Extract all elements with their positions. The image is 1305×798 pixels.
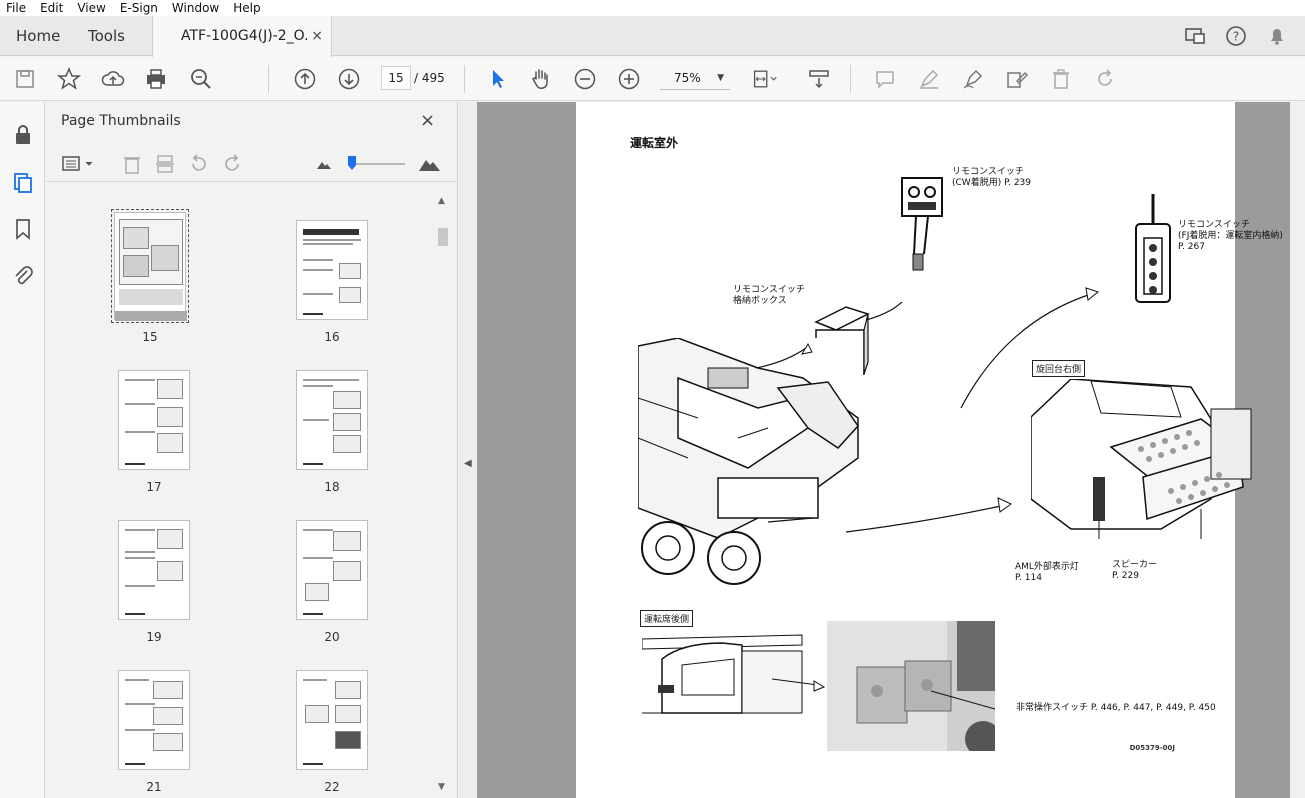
- thumbnail-page[interactable]: [296, 370, 368, 470]
- thumbnail-label: 22: [324, 780, 340, 794]
- upload-cloud-icon[interactable]: [100, 66, 126, 92]
- tab-close-icon[interactable]: ×: [311, 28, 323, 44]
- panel-collapse-handle[interactable]: ◀: [459, 102, 477, 798]
- star-icon[interactable]: [56, 66, 82, 92]
- panel-title: Page Thumbnails: [61, 113, 181, 129]
- callout-remote-fj: リモコンスイッチ (FJ着脱用：運転室内格納) P. 267: [1178, 220, 1283, 252]
- thumbnail-options-icon[interactable]: [60, 152, 98, 176]
- hand-tool-icon[interactable]: [528, 66, 554, 92]
- callout-aml-lamp: AML外部表示灯 P. 114: [1015, 562, 1079, 583]
- main-toolbar: 15 / 495 75% ▼: [0, 57, 1305, 101]
- panel-close-icon[interactable]: ×: [420, 110, 435, 131]
- figure-code: D05379-00J: [1129, 744, 1175, 752]
- callout-emergency-switch: 非常操作スイッチ P. 446, P. 447, P. 449, P. 450: [1016, 703, 1216, 713]
- small-mountain-icon[interactable]: [312, 152, 336, 176]
- emergency-switch-photo: [827, 621, 995, 751]
- scrollbar-thumb[interactable]: [438, 228, 448, 246]
- page-thumbnails-icon[interactable]: [10, 169, 36, 195]
- thumbnail-label: 21: [146, 780, 162, 794]
- scroll-up-icon[interactable]: ▲: [438, 196, 445, 206]
- scroll-down-icon[interactable]: ▼: [438, 782, 445, 792]
- redo-icon[interactable]: [1092, 66, 1118, 92]
- comment-icon[interactable]: [872, 66, 898, 92]
- thumbnail-label: 17: [146, 480, 162, 494]
- fit-page-icon[interactable]: [752, 66, 778, 92]
- thumbnail-label: 19: [146, 630, 162, 644]
- document-scrollbar[interactable]: [1290, 102, 1305, 798]
- document-heading: 運転室外: [630, 136, 679, 150]
- next-page-icon[interactable]: [336, 66, 362, 92]
- tab-tools[interactable]: Tools: [88, 16, 125, 56]
- tab-bar: Home Tools ATF-100G4(J)-2_O... × ?: [0, 16, 1305, 57]
- menu-file[interactable]: File: [6, 0, 26, 16]
- save-icon[interactable]: [12, 66, 38, 92]
- rotate-left-icon[interactable]: [187, 152, 211, 176]
- label-turntable-right: 旋回台右側: [1032, 360, 1086, 377]
- zoom-level-value: 75%: [674, 71, 701, 85]
- document-view[interactable]: 運転室外 リモコンスイッチ (CW着脱用) P. 239 リモコンスイッチ (F…: [477, 102, 1305, 798]
- thumbnail-scrollbar[interactable]: ▲ ▼: [436, 184, 450, 798]
- thumbnail-label: 15: [142, 330, 158, 344]
- tab-document[interactable]: ATF-100G4(J)-2_O... ×: [152, 16, 332, 57]
- thumbnail-page[interactable]: [296, 220, 368, 320]
- thumbnail-size-slider[interactable]: [349, 163, 405, 165]
- turntable-right-illustration: [1031, 379, 1252, 539]
- large-mountain-icon[interactable]: [417, 152, 441, 176]
- tab-home[interactable]: Home: [16, 16, 60, 56]
- thumbnail-label: 20: [324, 630, 340, 644]
- thumbnail-page[interactable]: [296, 670, 368, 770]
- thumbnail-grid: 15 16 17 18 19 20 21 22: [46, 184, 438, 798]
- remote-switch-cw-illustration: [901, 177, 943, 271]
- zoom-in-icon[interactable]: [616, 66, 642, 92]
- thumbnail-page[interactable]: [118, 370, 190, 470]
- document-page: 運転室外 リモコンスイッチ (CW着脱用) P. 239 リモコンスイッチ (F…: [576, 102, 1283, 798]
- callout-remote-cw: リモコンスイッチ (CW着脱用) P. 239: [952, 167, 1031, 188]
- menu-bar: File Edit View E-Sign Window Help: [0, 0, 1305, 16]
- page-number-input[interactable]: 15: [381, 66, 411, 90]
- select-cursor-icon[interactable]: [485, 66, 511, 92]
- draw-pen-icon[interactable]: [960, 66, 986, 92]
- highlight-pen-icon[interactable]: [916, 66, 942, 92]
- menu-help[interactable]: Help: [233, 0, 260, 16]
- menu-view[interactable]: View: [77, 0, 105, 16]
- delete-page-icon[interactable]: [120, 152, 144, 176]
- delete-trash-icon[interactable]: [1048, 66, 1074, 92]
- lock-icon[interactable]: [10, 122, 36, 148]
- tab-document-label: ATF-100G4(J)-2_O...: [181, 28, 309, 44]
- extract-page-icon[interactable]: [153, 152, 177, 176]
- collapse-arrow-icon: ◀: [464, 458, 472, 469]
- attachment-paperclip-icon[interactable]: [10, 262, 36, 288]
- rotate-right-icon[interactable]: [220, 152, 244, 176]
- zoom-search-icon[interactable]: [188, 66, 214, 92]
- help-icon[interactable]: ?: [1224, 24, 1248, 48]
- callout-speaker: スピーカー P. 229: [1112, 560, 1158, 581]
- menu-window[interactable]: Window: [172, 0, 219, 16]
- page-thumbnails-panel: Page Thumbnails × 15 16 17 18 19 20 21 2…: [46, 102, 458, 798]
- thumbnail-page[interactable]: [296, 520, 368, 620]
- zoom-out-icon[interactable]: [572, 66, 598, 92]
- notification-bell-icon[interactable]: [1265, 24, 1289, 48]
- edit-text-icon[interactable]: [1004, 66, 1030, 92]
- menu-esign[interactable]: E-Sign: [120, 0, 158, 16]
- thumbnail-page[interactable]: [118, 670, 190, 770]
- bookmark-icon[interactable]: [10, 216, 36, 242]
- label-cab-rear: 運転席後側: [640, 610, 694, 627]
- thumbnail-page[interactable]: [118, 520, 190, 620]
- share-screen-icon[interactable]: [1183, 24, 1207, 48]
- thumbnail-toolbar: [46, 146, 458, 182]
- thumbnail-label: 16: [324, 330, 340, 344]
- chevron-down-icon: ▼: [717, 73, 724, 83]
- svg-text:?: ?: [1233, 30, 1239, 44]
- left-tool-rail: [0, 102, 45, 798]
- prev-page-icon[interactable]: [292, 66, 318, 92]
- scroll-mode-icon[interactable]: [806, 66, 832, 92]
- print-icon[interactable]: [143, 66, 169, 92]
- thumbnail-page[interactable]: [111, 209, 189, 323]
- thumbnail-label: 18: [324, 480, 340, 494]
- slider-handle[interactable]: [348, 156, 356, 170]
- menu-edit[interactable]: Edit: [40, 0, 63, 16]
- zoom-level-select[interactable]: 75% ▼: [660, 66, 730, 90]
- page-total: / 495: [414, 71, 445, 85]
